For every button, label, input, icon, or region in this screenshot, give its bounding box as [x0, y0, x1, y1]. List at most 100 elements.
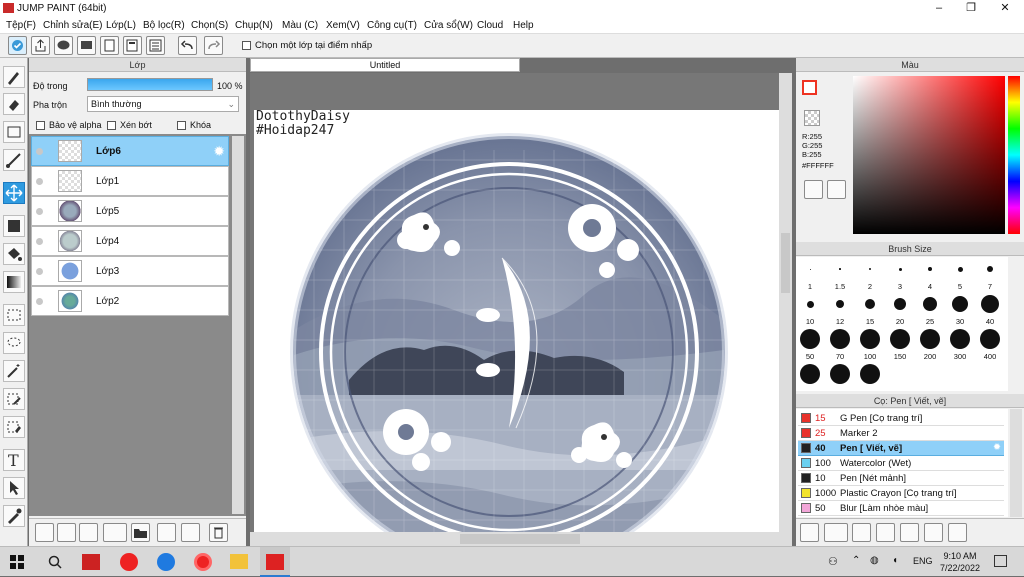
new-1bit-layer-icon[interactable]: [79, 523, 98, 542]
visibility-icon[interactable]: [36, 208, 43, 215]
hue-slider[interactable]: [1008, 76, 1020, 234]
clock[interactable]: 9:10 AM 7/22/2022: [940, 550, 980, 574]
brush-new-icon[interactable]: [824, 523, 848, 542]
rectangle-tool-icon[interactable]: [3, 121, 25, 143]
canvas-hscrollbar[interactable]: [250, 532, 779, 546]
export-icon[interactable]: [31, 36, 50, 55]
opacity-slider[interactable]: [87, 78, 213, 91]
select-rect-tool-icon[interactable]: [3, 304, 25, 326]
brush-duplicate-icon[interactable]: [852, 523, 871, 542]
brush-size-grid[interactable]: 1 1.5 2 3 4 5 7 10 12 15 20 25 30 40 50 70 100 150 200 300 4…: [796, 257, 1008, 391]
layer-mode-icon[interactable]: [8, 36, 27, 55]
brush-size-dot[interactable]: [928, 267, 932, 271]
bucket-tool-icon[interactable]: [3, 243, 25, 265]
canvas-hscroll-thumb[interactable]: [460, 534, 580, 544]
chevron-up-icon[interactable]: ⌃: [852, 555, 860, 566]
menu-view[interactable]: Xem(V): [326, 20, 360, 31]
brush-size-dot[interactable]: [830, 364, 850, 384]
text-tool-icon[interactable]: T: [3, 449, 25, 471]
maximize-button[interactable]: ❐: [956, 0, 986, 17]
search-icon[interactable]: [48, 555, 62, 572]
brush-size-dot[interactable]: [865, 299, 875, 309]
network-icon[interactable]: ◍: [870, 555, 879, 566]
brush-row[interactable]: 100 Watercolor (Wet): [798, 456, 1004, 471]
layer-row[interactable]: Lớp1: [31, 166, 229, 196]
protect-alpha-checkbox[interactable]: [36, 121, 45, 131]
line-tool-icon[interactable]: [3, 149, 25, 171]
brush-size-dot[interactable]: [860, 364, 880, 384]
brush-size-dot[interactable]: [957, 266, 963, 272]
brush-add-icon[interactable]: [800, 523, 819, 542]
brush-size-dot[interactable]: [800, 329, 820, 349]
merge-layer-icon[interactable]: [181, 523, 200, 542]
visibility-icon[interactable]: [36, 148, 43, 155]
select-eraser-tool-icon[interactable]: [3, 416, 25, 438]
eyedropper-tool-icon[interactable]: [3, 505, 25, 527]
fill-rect-tool-icon[interactable]: [3, 215, 25, 237]
layer-row[interactable]: Lớp5: [31, 196, 229, 226]
menu-filter[interactable]: Bộ lọc(R): [143, 20, 185, 31]
visibility-icon[interactable]: [36, 298, 43, 305]
color-picker-area[interactable]: [853, 76, 1005, 234]
brush-trash-icon[interactable]: [948, 523, 967, 542]
menu-layer[interactable]: Lớp(L): [106, 20, 136, 31]
menu-edit[interactable]: Chỉnh sửa(E): [43, 20, 103, 31]
brush-size-dot[interactable]: [839, 268, 841, 270]
comment-icon[interactable]: [54, 36, 73, 55]
pages-icon[interactable]: [123, 36, 142, 55]
select-pen-tool-icon[interactable]: [3, 388, 25, 410]
message-icon[interactable]: [77, 36, 96, 55]
minimize-button[interactable]: –: [924, 0, 954, 17]
brush-size-dot[interactable]: [836, 300, 844, 308]
brush-size-dot[interactable]: [952, 296, 968, 312]
layer-row[interactable]: Lớp4: [31, 226, 229, 256]
clipping-option[interactable]: Xén bớt: [107, 120, 152, 131]
brush-list-scrollbar[interactable]: [1010, 409, 1022, 517]
file-explorer-icon[interactable]: [230, 554, 248, 569]
canvas-vscroll-thumb[interactable]: [781, 233, 790, 293]
brush-size-dot[interactable]: [981, 295, 999, 313]
lock-option[interactable]: Khóa: [177, 120, 211, 131]
menu-capture[interactable]: Chụp(N): [235, 20, 273, 31]
blend-mode-select[interactable]: Bình thường ⌄: [87, 96, 239, 112]
menu-color[interactable]: Màu (C): [282, 20, 318, 31]
new-8bit-layer-icon[interactable]: [57, 523, 76, 542]
brush-row[interactable]: 10 Pen [Nét mảnh]: [798, 471, 1004, 486]
windows-start-icon[interactable]: [10, 555, 24, 569]
layer-row[interactable]: Lớp6 ✹: [31, 136, 229, 166]
menu-tools[interactable]: Công cụ(T): [367, 20, 417, 31]
list-icon[interactable]: [146, 36, 165, 55]
visibility-icon[interactable]: [36, 178, 43, 185]
brush-size-dot[interactable]: [987, 266, 993, 272]
brush-folder-icon[interactable]: [900, 523, 919, 542]
menu-help[interactable]: Help: [513, 20, 534, 31]
clipping-checkbox[interactable]: [107, 121, 116, 131]
select-layer-checkbox[interactable]: [242, 40, 251, 50]
brush-size-dot[interactable]: [894, 298, 906, 310]
gradient-tool-icon[interactable]: [3, 271, 25, 293]
brush-size-dot[interactable]: [809, 268, 811, 270]
brush-copy-icon[interactable]: [924, 523, 943, 542]
canvas-tab[interactable]: Untitled: [250, 58, 792, 72]
gear-icon[interactable]: ✹: [993, 442, 1001, 453]
menu-window[interactable]: Cửa sổ(W): [424, 20, 473, 31]
lasso-tool-icon[interactable]: [3, 332, 25, 354]
brush-row[interactable]: 50 Blur [Làm nhòe màu]: [798, 501, 1004, 516]
brush-size-dot[interactable]: [869, 268, 871, 270]
brush-size-dot[interactable]: [806, 300, 814, 308]
protect-alpha-option[interactable]: Bảo vệ alpha: [36, 120, 102, 131]
brush-size-dot[interactable]: [980, 329, 1000, 349]
brush-export-icon[interactable]: [876, 523, 895, 542]
select-layer-option[interactable]: Chọn một lớp tại điểm nhấp: [242, 40, 372, 51]
menu-select[interactable]: Chọn(S): [191, 20, 228, 31]
transparent-color-swatch[interactable]: [804, 110, 820, 126]
gear-icon[interactable]: ✹: [213, 143, 225, 160]
palette-icon[interactable]: [804, 180, 823, 199]
new-layer-icon[interactable]: [35, 523, 54, 542]
brush-row[interactable]: 25 Marker 2: [798, 426, 1004, 441]
brush-size-dot[interactable]: [800, 364, 820, 384]
lock-checkbox[interactable]: [177, 121, 186, 131]
brush-size-dot[interactable]: [923, 297, 937, 311]
brush-size-dot[interactable]: [830, 329, 850, 349]
close-button[interactable]: ✕: [990, 0, 1020, 17]
